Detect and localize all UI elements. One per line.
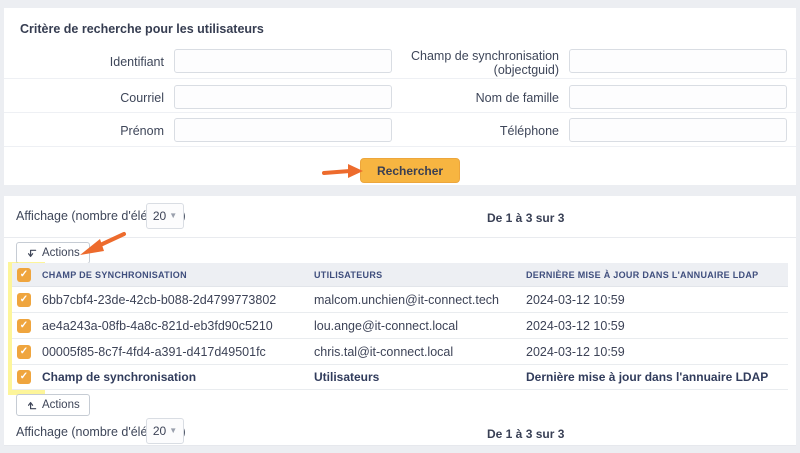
result-range-bottom: De 1 à 3 sur 3 (487, 427, 565, 441)
page-size-dropdown-top[interactable]: 20 ▼ (146, 203, 184, 229)
telephone-label: Téléphone (499, 124, 559, 138)
prenom-input[interactable] (174, 118, 392, 142)
divider (4, 237, 796, 238)
champ-sync-label-line1: Champ de synchronisation (411, 49, 559, 63)
table-row[interactable]: ✓ 6bb7cbf4-23de-42cb-b088-2d4799773802 m… (12, 287, 788, 313)
header-checkbox-cell: ✓ (12, 267, 42, 282)
chevron-down-icon: ▼ (169, 211, 178, 220)
check-icon: ✓ (19, 293, 29, 305)
row-checkbox[interactable]: ✓ (17, 292, 31, 307)
page-size-dropdown-bottom[interactable]: 20 ▼ (146, 418, 184, 444)
footer-last-update: Dernière mise à jour dans l'annuaire LDA… (526, 370, 769, 384)
row-checkbox[interactable]: ✓ (17, 318, 31, 333)
column-header-users[interactable]: Utilisateurs (310, 270, 522, 280)
cell-sync-field: ae4a243a-08fb-4a8c-821d-eb3fd90c5210 (42, 318, 273, 333)
corner-up-icon (27, 401, 37, 409)
search-card-title: Critère de recherche pour les utilisateu… (20, 22, 264, 36)
nom-famille-label: Nom de famille (475, 91, 559, 105)
prenom-label: Prénom (120, 124, 164, 138)
page-size-value: 20 (152, 424, 167, 438)
check-icon: ✓ (19, 268, 29, 280)
champ-sync-label: Champ de synchronisation (objectguid) (394, 49, 559, 77)
select-all-checkbox[interactable]: ✓ (17, 267, 31, 282)
footer-sync-field: Champ de synchronisation (42, 370, 197, 384)
result-range-top: De 1 à 3 sur 3 (487, 211, 565, 225)
actions-button-label: Actions (42, 247, 80, 259)
row-checkbox-cell: ✓ (12, 292, 42, 307)
telephone-input[interactable] (569, 118, 787, 142)
identifiant-input[interactable] (174, 49, 392, 73)
check-icon: ✓ (19, 371, 29, 382)
cell-user: malcom.unchien@it-connect.tech (314, 292, 499, 307)
users-table: ✓ Champ de synchronisation Utilisateurs … (12, 263, 788, 390)
cell-last-update: 2024-03-12 10:59 (526, 344, 625, 359)
search-button[interactable]: Rechercher (360, 158, 461, 183)
column-header-sync-field[interactable]: Champ de synchronisation (42, 270, 310, 280)
column-header-last-update[interactable]: Dernière mise à jour dans l'annuaire LDA… (522, 270, 788, 280)
cell-user: lou.ange@it-connect.local (314, 318, 459, 333)
footer-users: Utilisateurs (314, 370, 380, 384)
table-footer-row: ✓ Champ de synchronisation Utilisateurs … (12, 365, 788, 390)
champ-sync-label-line2: (objectguid) (493, 63, 559, 77)
nom-famille-input[interactable] (569, 85, 787, 109)
cell-last-update: 2024-03-12 10:59 (526, 318, 625, 333)
divider (4, 78, 796, 79)
footer-checkbox-cell: ✓ (12, 370, 42, 384)
cell-sync-field: 6bb7cbf4-23de-42cb-b088-2d4799773802 (42, 292, 277, 307)
table-row[interactable]: ✓ 00005f85-8c7f-4fd4-a391-d417d49501fc c… (12, 339, 788, 365)
divider (4, 146, 796, 147)
actions-button-label: Actions (42, 399, 80, 411)
row-checkbox-cell: ✓ (12, 344, 42, 359)
cell-user: chris.tal@it-connect.local (314, 344, 454, 359)
page-size-value: 20 (152, 209, 167, 223)
table-header-row: ✓ Champ de synchronisation Utilisateurs … (12, 263, 788, 287)
corner-down-icon (27, 249, 37, 257)
courriel-label: Courriel (120, 91, 164, 105)
table-row[interactable]: ✓ ae4a243a-08fb-4a8c-821d-eb3fd90c5210 l… (12, 313, 788, 339)
page: { "search": { "title": "Critère de reche… (0, 0, 800, 453)
identifiant-label: Identifiant (109, 55, 164, 69)
actions-button-top[interactable]: Actions (16, 242, 90, 264)
champ-sync-input[interactable] (569, 49, 787, 73)
results-card: Affichage (nombre d'éléments) 20 ▼ De 1 … (4, 196, 796, 446)
check-icon: ✓ (19, 319, 29, 331)
cell-sync-field: 00005f85-8c7f-4fd4-a391-d417d49501fc (42, 344, 266, 359)
cell-last-update: 2024-03-12 10:59 (526, 292, 625, 307)
divider (4, 112, 796, 113)
row-checkbox[interactable]: ✓ (17, 344, 31, 359)
arrow-annotation-search (322, 164, 363, 178)
actions-button-bottom[interactable]: Actions (16, 394, 90, 416)
row-checkbox-cell: ✓ (12, 318, 42, 333)
chevron-down-icon: ▼ (169, 426, 178, 435)
search-criteria-card: Critère de recherche pour les utilisateu… (4, 8, 796, 185)
check-icon: ✓ (19, 345, 29, 357)
courriel-input[interactable] (174, 85, 392, 109)
select-all-checkbox-footer[interactable]: ✓ (17, 370, 31, 384)
